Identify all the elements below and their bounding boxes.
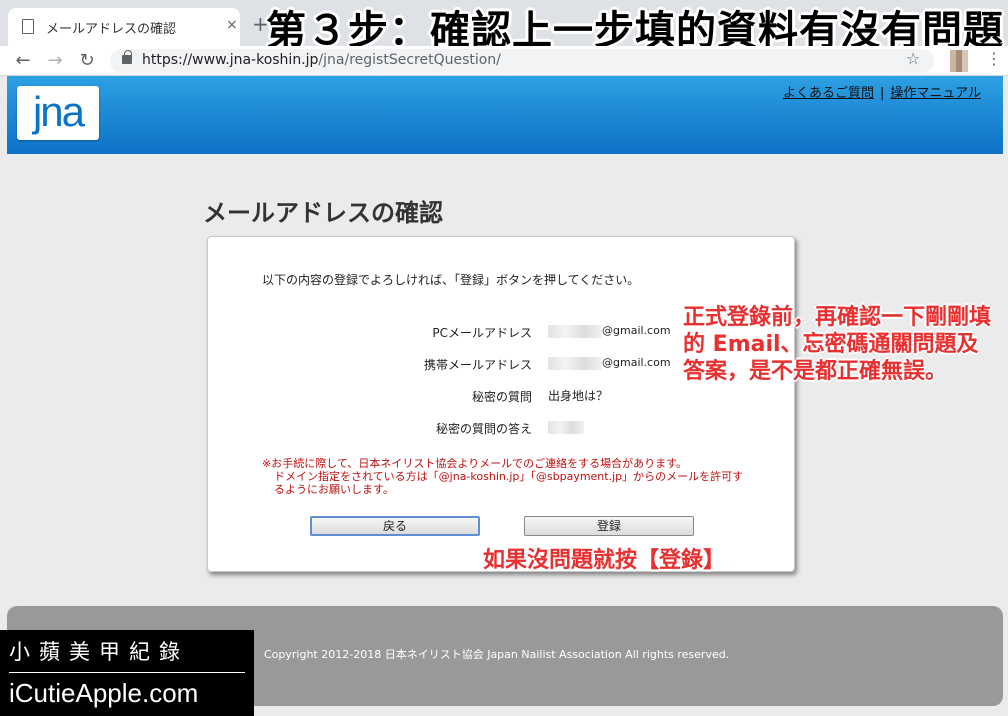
notice-line-1: ※お手続に際して、日本ネイリスト協会よりメールでのご連絡をする場合があります。 — [262, 457, 688, 470]
arrow-left-icon[interactable]: ← — [12, 50, 34, 72]
pc-email-label: PCメールアドレス — [432, 326, 532, 340]
annotation-register-hint: 如果沒問題就按【登錄】 — [483, 548, 726, 573]
url-host: https://www.jna-koshin.jp — [142, 52, 319, 68]
close-tab-icon[interactable]: × — [226, 17, 238, 33]
faq-link[interactable]: よくあるご質問 — [783, 86, 874, 101]
url-text[interactable]: https://www.jna-koshin.jp/jna/registSecr… — [142, 52, 501, 68]
header-links: よくあるご質問 | 操作マニュアル — [783, 82, 981, 101]
site-header: jna よくあるご質問 | 操作マニュアル — [7, 76, 1003, 154]
secret-question-value: 出身地は？ — [548, 389, 609, 403]
lock-icon — [122, 50, 132, 64]
page-icon — [22, 19, 34, 34]
star-icon[interactable]: ☆ — [906, 49, 920, 68]
kebab-menu-icon[interactable]: ⋮ — [986, 49, 1002, 68]
instruction-text: 以下の内容の登録でよろしければ、「登録」ボタンを押してください。 — [262, 273, 640, 287]
pc-email-domain: @gmail.com — [602, 324, 671, 337]
arrow-right-icon[interactable]: → — [44, 50, 66, 72]
notice-text: ※お手続に際して、日本ネイリスト協会よりメールでのご連絡をする場合があります。 … — [262, 457, 762, 496]
browser-toolbar: ← → ↻ https://www.jna-koshin.jp/jna/regi… — [0, 46, 1008, 76]
reload-icon[interactable]: ↻ — [76, 50, 98, 72]
watermark-divider — [9, 672, 245, 673]
link-separator: | — [879, 86, 885, 101]
back-button[interactable]: 戻る — [310, 516, 480, 536]
browser-tab[interactable]: メールアドレスの確認 × — [8, 8, 240, 46]
secret-answer-value — [548, 420, 584, 434]
annotation-confirm-note: 正式登錄前，再確認一下剛剛填的 Email、忘密碼通關問題及答案，是不是都正確無… — [683, 305, 992, 384]
mobile-email-domain: @gmail.com — [602, 356, 671, 369]
watermark-badge: 小蘋美甲紀錄 iCutieApple.com — [0, 630, 254, 716]
redacted-text — [548, 324, 602, 338]
url-path: /jna/registSecretQuestion/ — [318, 52, 501, 68]
address-bar[interactable]: https://www.jna-koshin.jp/jna/registSecr… — [110, 49, 934, 73]
watermark-title: 小蘋美甲紀錄 — [9, 640, 189, 664]
mobile-email-value: @gmail.com — [548, 356, 671, 370]
register-button[interactable]: 登録 — [524, 516, 694, 536]
mobile-email-label: 携帯メールアドレス — [423, 358, 532, 372]
confirmation-panel: 以下の内容の登録でよろしければ、「登録」ボタンを押してください。 PCメールアド… — [207, 236, 795, 572]
tab-title: メールアドレスの確認 — [46, 22, 177, 37]
redacted-text — [548, 420, 584, 434]
profile-avatar[interactable] — [950, 50, 968, 72]
secret-answer-label: 秘密の質問の答え — [435, 422, 532, 436]
manual-link[interactable]: 操作マニュアル — [890, 86, 981, 101]
notice-line-2: ドメイン指定をされている方は「@jna-koshin.jp」「@sbpaymen… — [274, 470, 744, 483]
copyright-text: Copyright 2012-2018 日本ネイリスト協会 Japan Nail… — [264, 648, 730, 661]
page-title: メールアドレスの確認 — [203, 199, 443, 227]
pc-email-value: @gmail.com — [548, 324, 671, 338]
jna-logo[interactable]: jna — [17, 86, 99, 140]
notice-line-3: るようにお願いします。 — [274, 483, 394, 496]
watermark-site: iCutieApple.com — [9, 678, 199, 708]
redacted-text — [548, 356, 602, 370]
secret-question-label: 秘密の質問 — [471, 390, 532, 404]
